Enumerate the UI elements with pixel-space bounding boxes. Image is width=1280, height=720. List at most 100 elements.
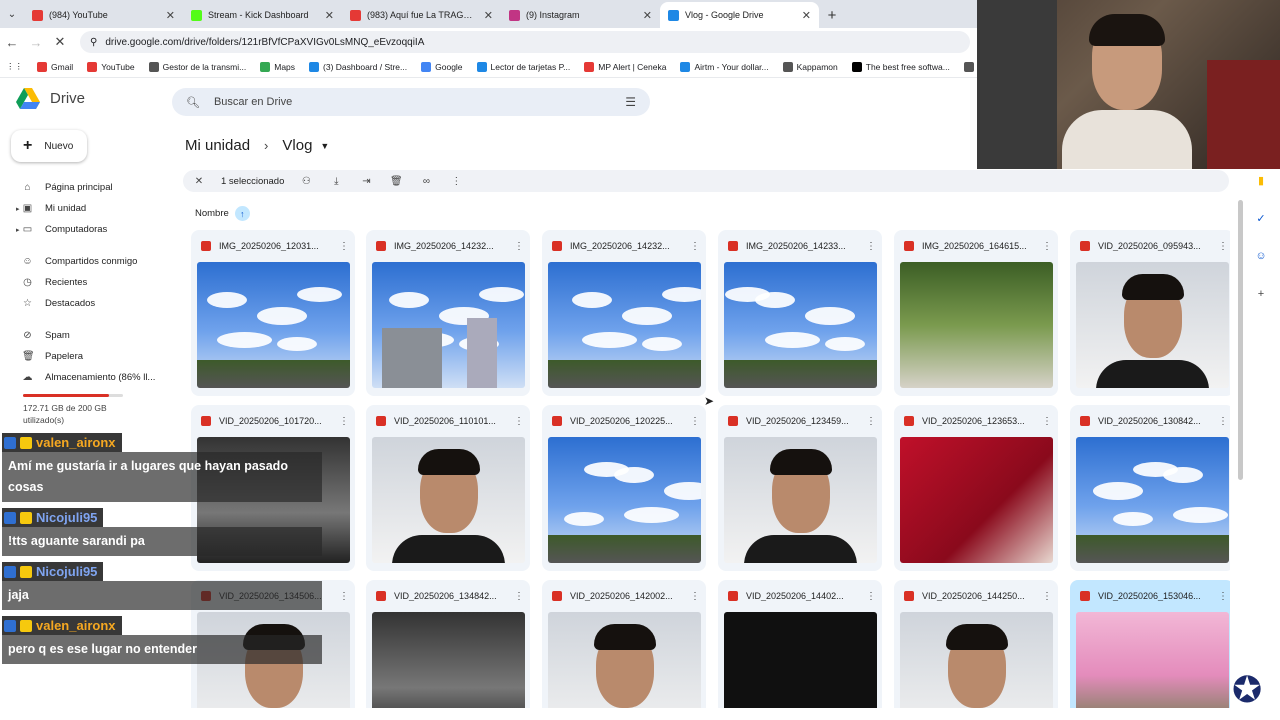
bookmark-item[interactable]: Airtm - Your dollar... — [680, 61, 769, 72]
more-options-icon[interactable]: ⋮ — [339, 591, 349, 602]
bookmark-item[interactable]: Trad — [963, 61, 977, 72]
sidebar-item[interactable]: ◷ Recientes — [0, 272, 170, 293]
file-thumbnail[interactable] — [548, 612, 701, 708]
more-actions-icon[interactable]: ⋮ — [448, 176, 464, 187]
more-options-icon[interactable]: ⋮ — [690, 591, 700, 602]
download-icon[interactable]: ⤓ — [328, 176, 344, 187]
move-icon[interactable]: ⇥ — [358, 176, 374, 187]
bookmark-item[interactable]: Kappamon — [782, 61, 838, 72]
close-tab-icon[interactable]: ✕ — [643, 9, 652, 22]
tasks-icon[interactable]: ✓ — [1250, 208, 1272, 228]
bookmark-item[interactable]: Maps — [260, 61, 295, 72]
browser-tab[interactable]: Vlog - Google Drive ✕ — [660, 2, 819, 28]
bookmark-item[interactable]: YouTube — [87, 61, 135, 72]
close-tab-icon[interactable]: ✕ — [802, 9, 811, 22]
more-options-icon[interactable]: ⋮ — [690, 416, 700, 427]
link-icon[interactable]: ∞ — [418, 176, 434, 187]
browser-tab[interactable]: (983) Aquí fue La TRAGEDIA ma ✕ — [342, 2, 501, 28]
file-card[interactable]: VID_20250206_123459... ⋮ — [718, 405, 882, 571]
back-icon[interactable]: ← — [0, 35, 24, 50]
close-tab-icon[interactable]: ✕ — [166, 9, 175, 22]
file-thumbnail[interactable] — [724, 612, 877, 708]
browser-tab[interactable]: Stream - Kick Dashboard ✕ — [183, 2, 342, 28]
browser-tab[interactable]: (9) Instagram ✕ — [501, 2, 660, 28]
bookmark-item[interactable]: Google — [421, 61, 463, 72]
file-thumbnail[interactable] — [1076, 262, 1229, 388]
sidebar-item[interactable]: ☺ Compartidos conmigo — [0, 251, 170, 272]
sidebar-item[interactable]: 🗑 Papelera — [0, 346, 170, 367]
search-icon[interactable]: 🔍︎ — [186, 96, 200, 109]
expand-arrow-icon[interactable]: ▸ — [16, 205, 20, 213]
apps-icon[interactable]: ⋮⋮ — [6, 61, 23, 72]
file-thumbnail[interactable] — [372, 437, 525, 563]
file-thumbnail[interactable] — [372, 262, 525, 388]
sidebar-item[interactable]: ☆ Destacados — [0, 293, 170, 314]
bookmark-item[interactable]: Gmail — [37, 61, 73, 72]
scrollbar[interactable] — [1238, 200, 1243, 480]
file-thumbnail[interactable] — [372, 612, 525, 708]
more-options-icon[interactable]: ⋮ — [866, 416, 876, 427]
expand-arrow-icon[interactable]: ▸ — [16, 226, 20, 234]
file-card[interactable]: IMG_20250206_14233... ⋮ — [718, 230, 882, 396]
sidebar-item[interactable]: ⊘ Spam — [0, 325, 170, 346]
breadcrumb-current[interactable]: Vlog — [282, 137, 312, 154]
file-card[interactable]: IMG_20250206_14232... ⋮ — [366, 230, 530, 396]
more-options-icon[interactable]: ⋮ — [1042, 416, 1052, 427]
stop-icon[interactable]: ✕ — [48, 34, 72, 50]
tab-search-icon[interactable]: ⌄ — [0, 0, 24, 28]
clear-selection-icon[interactable]: ✕ — [191, 176, 207, 187]
file-card[interactable]: VID_20250206_142002... ⋮ — [542, 580, 706, 708]
new-tab-button[interactable]: + — [819, 2, 845, 28]
more-options-icon[interactable]: ⋮ — [339, 416, 349, 427]
delete-icon[interactable]: 🗑︎ — [388, 176, 404, 187]
sort-asc-icon[interactable]: ↑ — [234, 206, 250, 221]
bookmark-item[interactable]: Gestor de la transmi... — [148, 61, 246, 72]
file-card[interactable]: VID_20250206_144250... ⋮ — [894, 580, 1058, 708]
file-thumbnail[interactable] — [900, 437, 1053, 563]
url-field[interactable]: ⚲ drive.google.com/drive/folders/121rBfV… — [80, 31, 970, 53]
file-thumbnail[interactable] — [197, 262, 350, 388]
site-info-icon[interactable]: ⚲ — [90, 37, 97, 48]
more-options-icon[interactable]: ⋮ — [1218, 416, 1228, 427]
caret-down-icon[interactable]: ▼ — [320, 141, 329, 151]
file-thumbnail[interactable] — [900, 612, 1053, 708]
sort-control[interactable]: Nombre ↑ — [195, 206, 250, 221]
file-card[interactable]: VID_20250206_130842... ⋮ — [1070, 405, 1230, 571]
bookmark-item[interactable]: The best free softwa... — [851, 61, 950, 72]
close-tab-icon[interactable]: ✕ — [484, 9, 493, 22]
more-options-icon[interactable]: ⋮ — [1042, 241, 1052, 252]
file-thumbnail[interactable] — [724, 437, 877, 563]
add-addon-icon[interactable]: + — [1250, 284, 1272, 304]
more-options-icon[interactable]: ⋮ — [1218, 241, 1228, 252]
file-card[interactable]: IMG_20250206_12031... ⋮ — [191, 230, 355, 396]
sidebar-item[interactable]: ☁ Almacenamiento (86% ll... — [0, 367, 170, 388]
share-icon[interactable]: ⚇ — [298, 176, 314, 187]
more-options-icon[interactable]: ⋮ — [690, 241, 700, 252]
file-card[interactable]: VID_20250206_095943... ⋮ — [1070, 230, 1230, 396]
file-thumbnail[interactable] — [900, 262, 1053, 388]
more-options-icon[interactable]: ⋮ — [1218, 591, 1228, 602]
more-options-icon[interactable]: ⋮ — [514, 591, 524, 602]
file-thumbnail[interactable] — [1076, 437, 1229, 563]
bookmark-item[interactable]: (3) Dashboard / Stre... — [309, 61, 407, 72]
bookmark-item[interactable]: MP Alert | Ceneka — [584, 61, 666, 72]
forward-icon[interactable]: → — [24, 35, 48, 50]
sidebar-item[interactable]: ⌂ Página principal — [0, 177, 170, 198]
more-options-icon[interactable]: ⋮ — [514, 241, 524, 252]
keep-icon[interactable]: ▮ — [1250, 170, 1272, 190]
file-card[interactable]: VID_20250206_14402... ⋮ — [718, 580, 882, 708]
more-options-icon[interactable]: ⋮ — [866, 591, 876, 602]
more-options-icon[interactable]: ⋮ — [1042, 591, 1052, 602]
more-options-icon[interactable]: ⋮ — [514, 416, 524, 427]
more-options-icon[interactable]: ⋮ — [339, 241, 349, 252]
file-thumbnail[interactable] — [548, 437, 701, 563]
sidebar-item[interactable]: ▸ ▣ Mi unidad — [0, 198, 170, 219]
file-card[interactable]: VID_20250206_134842... ⋮ — [366, 580, 530, 708]
file-thumbnail[interactable] — [548, 262, 701, 388]
search-input[interactable]: 🔍︎ Buscar en Drive ☰ — [172, 88, 650, 116]
close-tab-icon[interactable]: ✕ — [325, 9, 334, 22]
file-card[interactable]: VID_20250206_120225... ⋮ — [542, 405, 706, 571]
file-card[interactable]: IMG_20250206_164615... ⋮ — [894, 230, 1058, 396]
file-card[interactable]: VID_20250206_123653... ⋮ — [894, 405, 1058, 571]
new-button[interactable]: + Nuevo — [11, 130, 87, 162]
